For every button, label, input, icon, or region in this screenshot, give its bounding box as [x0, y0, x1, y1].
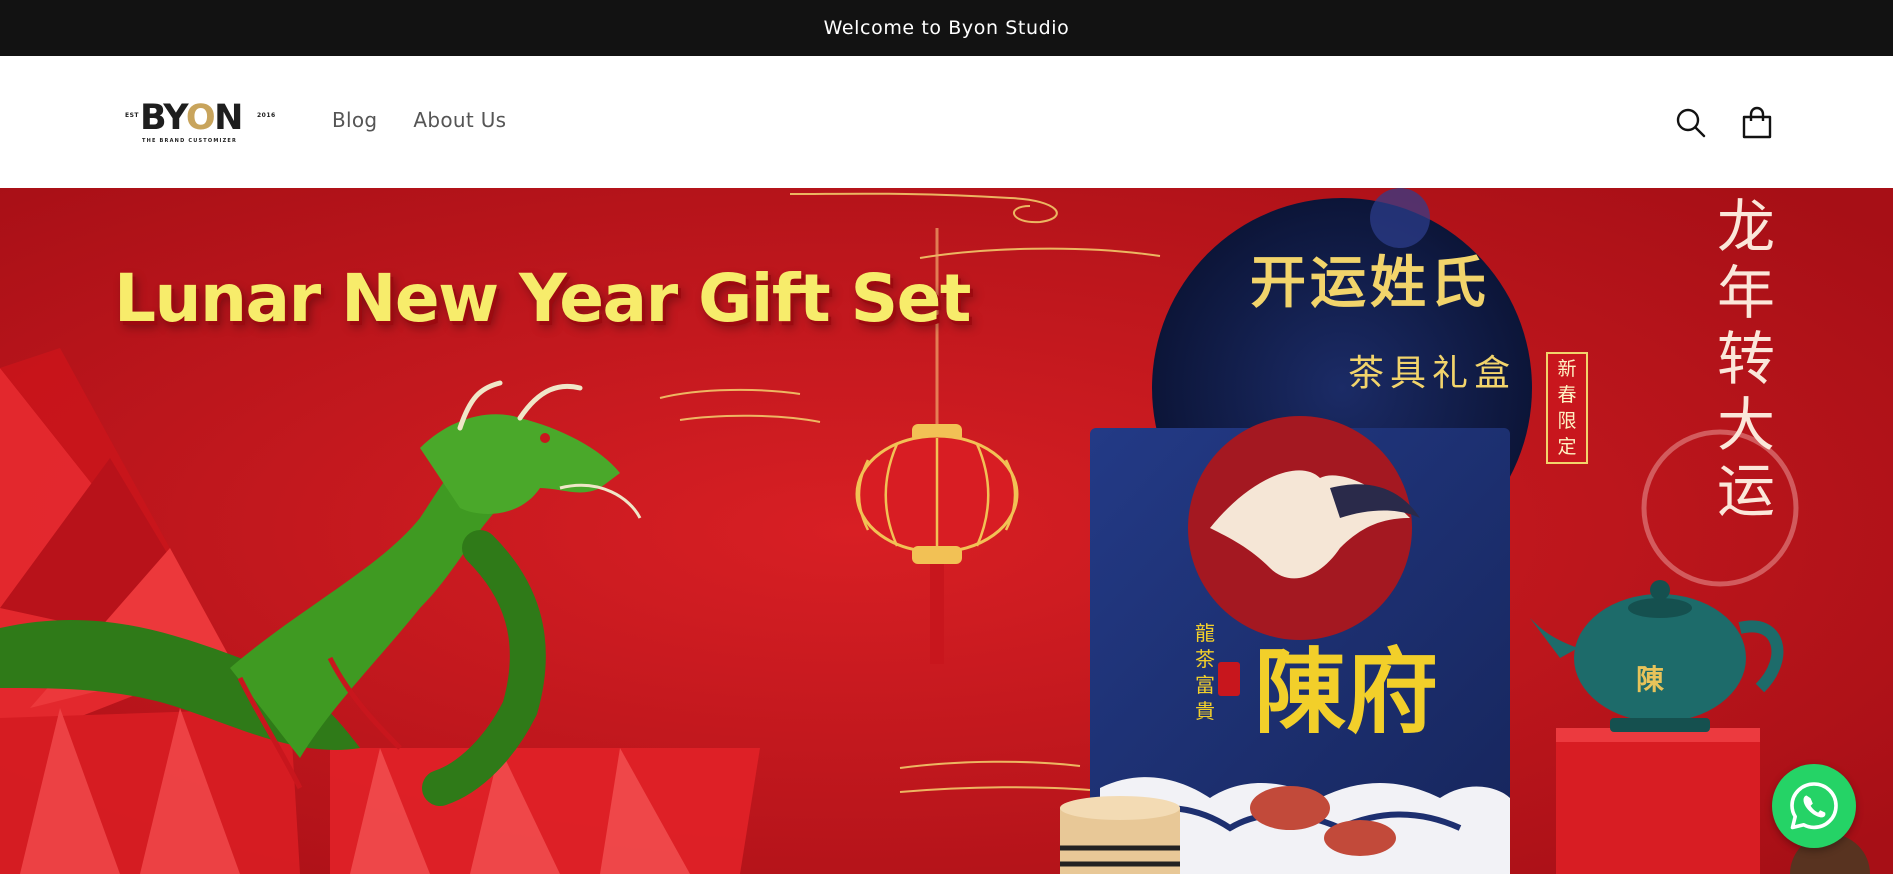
logo-tagline: THE BRAND CUSTOMIZER	[142, 138, 238, 144]
whatsapp-icon	[1790, 782, 1838, 830]
red-pedestal	[1556, 728, 1760, 874]
hero-cn-seal: 新春限定	[1546, 352, 1588, 464]
hero-cn-title: 开运姓氏	[1250, 250, 1490, 316]
search-button[interactable]	[1671, 103, 1711, 143]
search-icon	[1676, 108, 1706, 138]
logo-est: EST	[125, 112, 140, 119]
announcement-text: Welcome to Byon Studio	[823, 17, 1070, 39]
brand-logo[interactable]: EST BYON 2016 THE BRAND CUSTOMIZER	[125, 98, 275, 148]
logo-wordmark: BYON	[140, 98, 243, 138]
gift-box-brand: 陳府	[1254, 638, 1439, 746]
hero-banner[interactable]: Lunar New Year Gift Set 开运姓氏 茶具礼盒 新春限定 龙…	[0, 188, 1893, 874]
whatsapp-button[interactable]	[1772, 764, 1856, 848]
hero-cn-vertical: 龙年转大运	[1716, 193, 1775, 525]
tea-cup	[1060, 796, 1180, 874]
nav-link-blog[interactable]: Blog	[332, 108, 377, 132]
hero-cn-subtitle: 茶具礼盒	[1348, 353, 1517, 394]
announcement-bar: Welcome to Byon Studio	[0, 0, 1893, 56]
site-header: EST BYON 2016 THE BRAND CUSTOMIZER Blog …	[0, 56, 1893, 188]
main-nav: Blog About Us	[332, 108, 506, 132]
gift-box-side-text: 龍茶富貴	[1195, 621, 1215, 723]
logo-year: 2016	[257, 112, 276, 119]
cart-icon	[1742, 106, 1772, 139]
cart-button[interactable]	[1737, 103, 1777, 143]
nav-link-about-us[interactable]: About Us	[413, 108, 506, 132]
teapot-mark: 陳	[1636, 663, 1665, 696]
hero-title: Lunar New Year Gift Set	[114, 260, 971, 337]
